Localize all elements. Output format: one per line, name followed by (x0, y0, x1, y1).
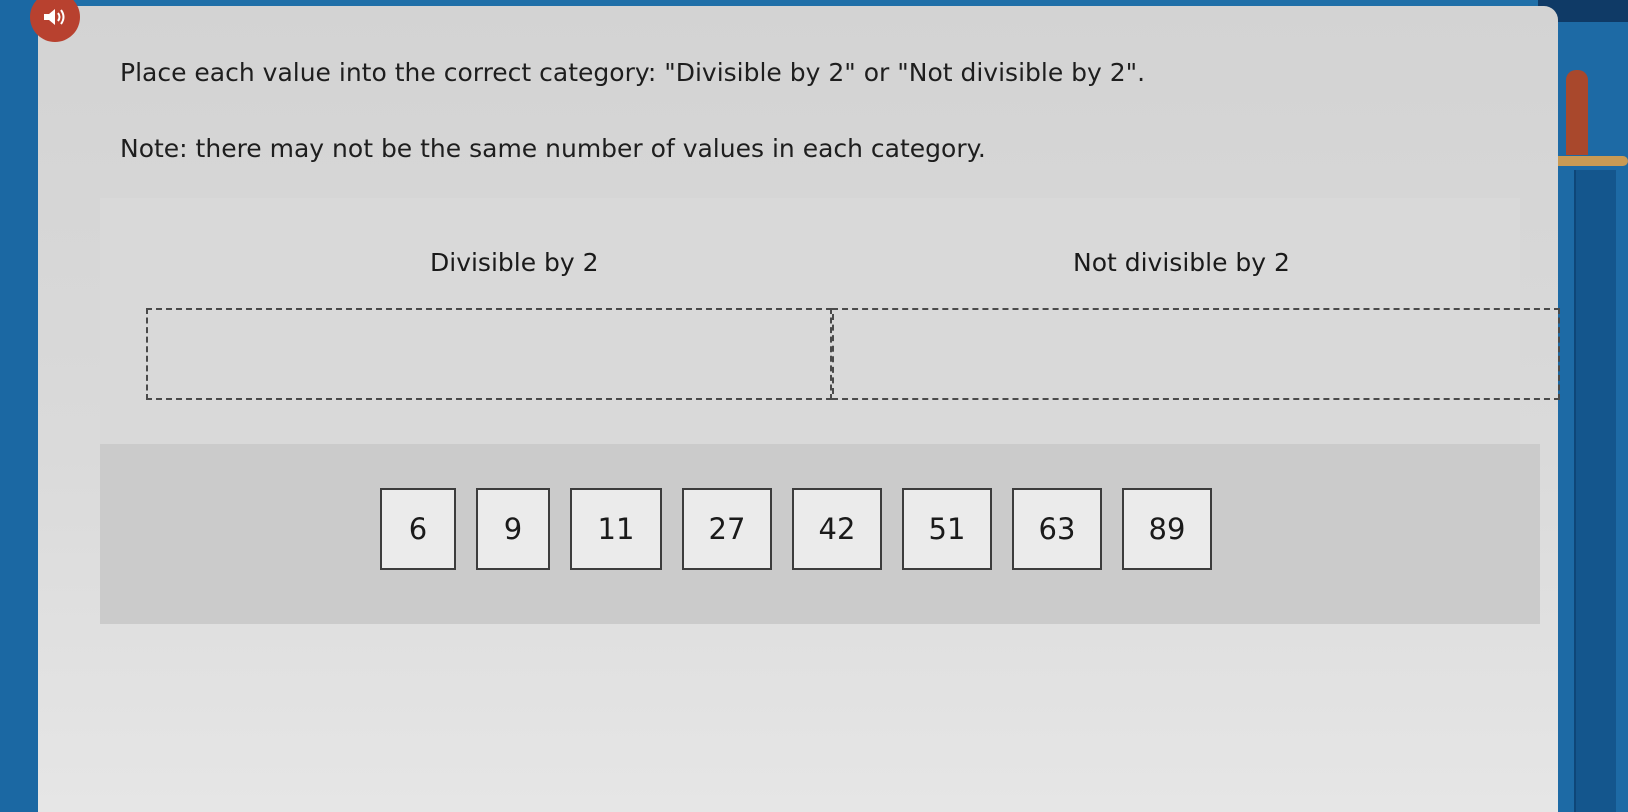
category-sort-area: Divisible by 2 Not divisible by 2 (100, 198, 1560, 444)
question-note: Note: there may not be the same number o… (120, 134, 986, 163)
value-tile[interactable]: 42 (792, 488, 882, 570)
value-tile[interactable]: 11 (570, 488, 662, 570)
value-tray: 6 9 11 27 42 51 63 89 (100, 444, 1540, 624)
value-tile[interactable]: 27 (682, 488, 772, 570)
drop-zone-divider (832, 314, 834, 394)
scenery-ledge (1550, 156, 1628, 166)
speaker-glyph (44, 9, 65, 25)
question-prompt: Place each value into the correct catego… (120, 58, 1146, 87)
scenery-pillar (1566, 70, 1588, 155)
value-tile[interactable]: 63 (1012, 488, 1102, 570)
category-title-divisible: Divisible by 2 (430, 248, 599, 277)
question-card: Place each value into the correct catego… (30, 0, 1560, 812)
value-tile[interactable]: 51 (902, 488, 992, 570)
value-tile[interactable]: 9 (476, 488, 550, 570)
category-title-not-divisible: Not divisible by 2 (1073, 248, 1290, 277)
value-tile[interactable]: 6 (380, 488, 456, 570)
scenery-column (1574, 170, 1616, 812)
drop-zone-divisible[interactable] (146, 308, 832, 400)
drop-zone-not-divisible[interactable] (832, 308, 1560, 400)
value-tile[interactable]: 89 (1122, 488, 1212, 570)
speaker-icon[interactable] (30, 0, 80, 42)
